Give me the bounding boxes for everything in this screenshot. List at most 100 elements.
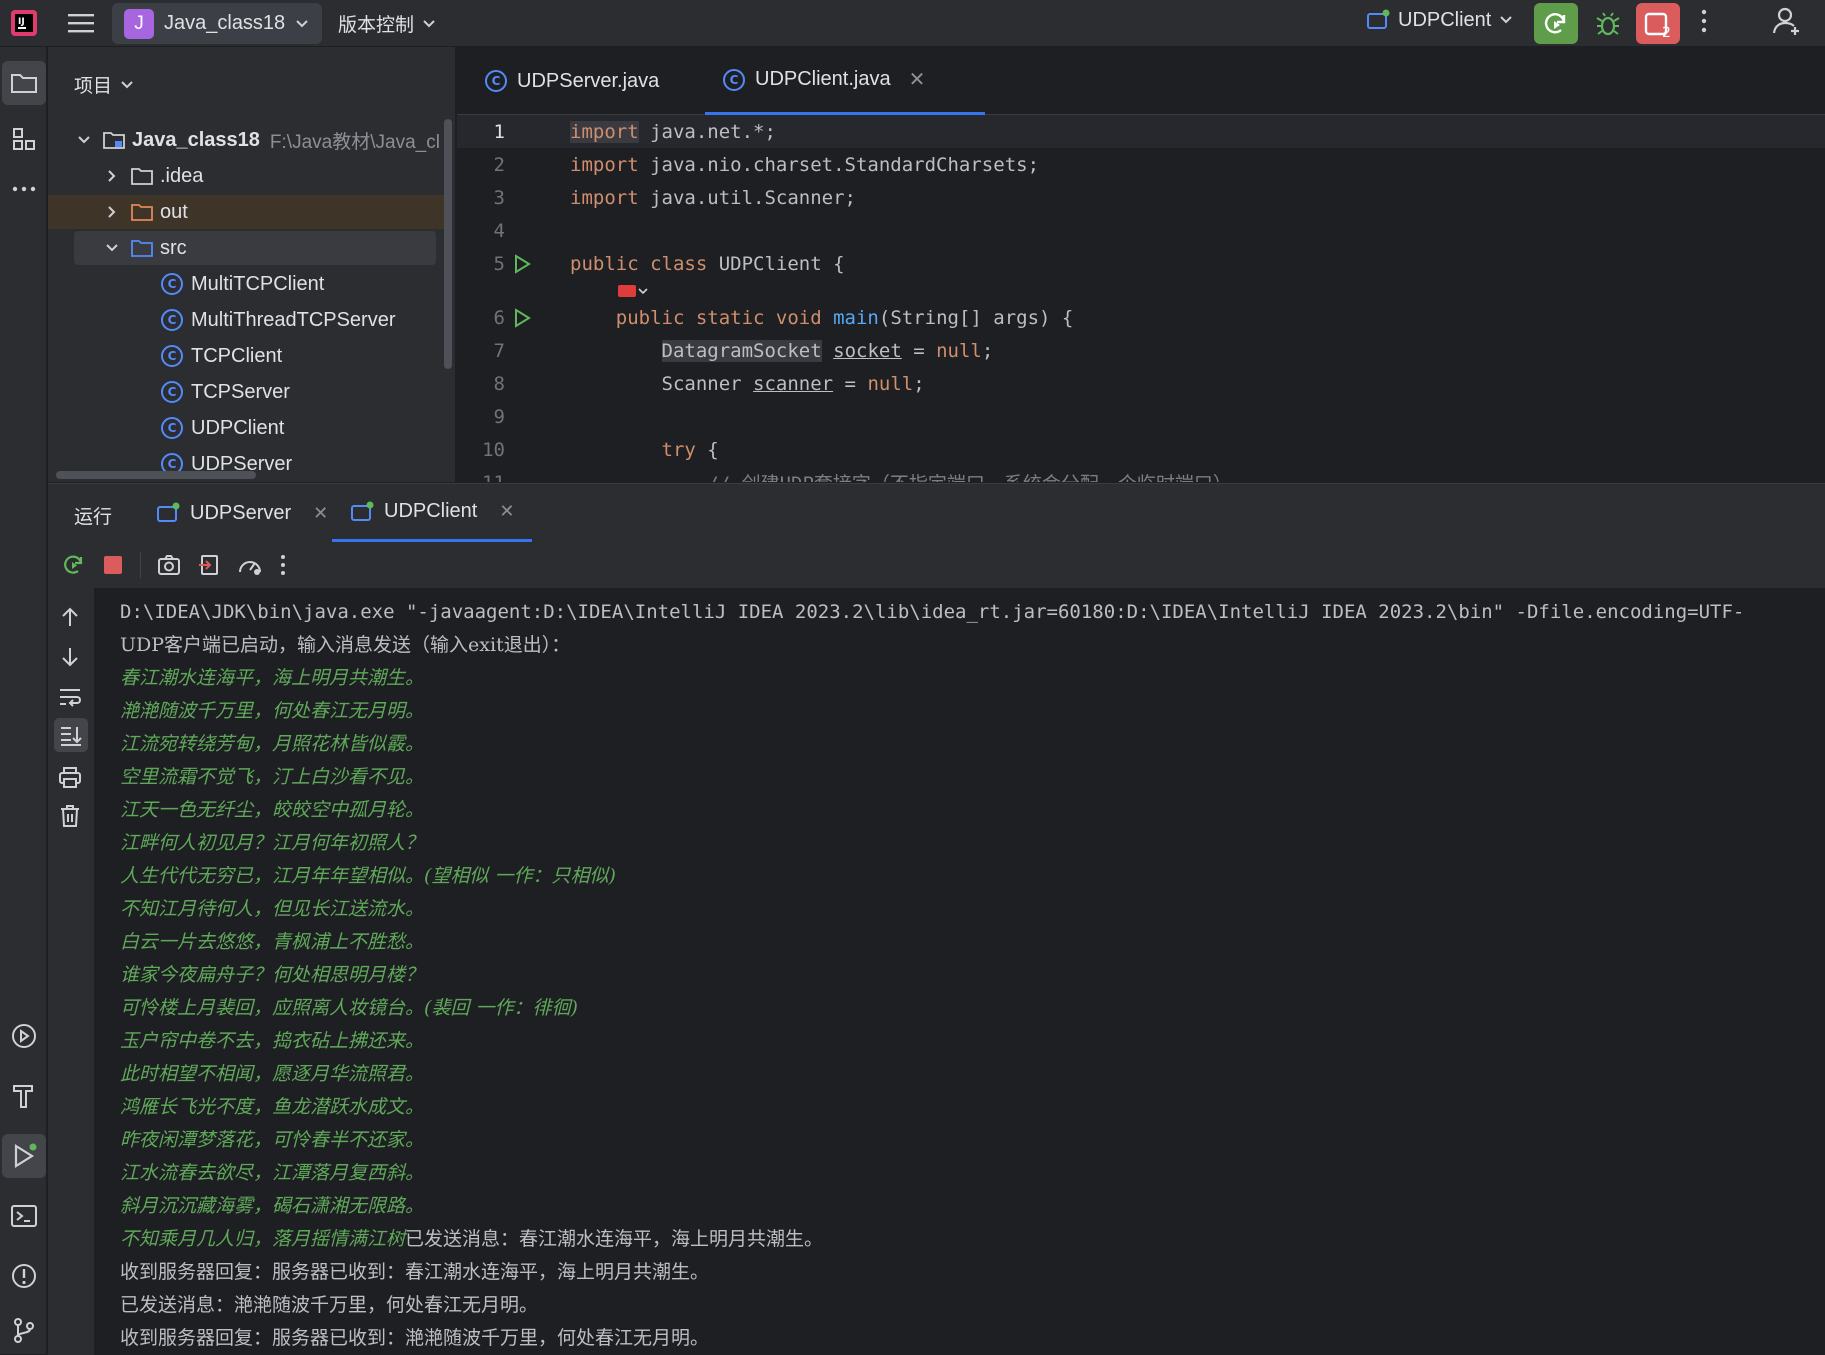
console-input-line: 江天一色无纤尘，皎皎空中孤月轮。 xyxy=(120,799,425,821)
console-input-line: 空里流霜不觉飞，汀上白沙看不见。 xyxy=(120,766,425,788)
run-gutter-icon[interactable] xyxy=(512,253,532,274)
stop-count-badge: 2 xyxy=(1662,25,1671,39)
java-class-icon: C xyxy=(485,70,507,92)
main-menu-icon[interactable] xyxy=(68,12,94,34)
more-tools-icon[interactable] xyxy=(2,167,46,211)
code-line: 10 try { xyxy=(457,433,1825,466)
run-tab-udpserver[interactable]: UDPServer ✕ xyxy=(156,484,328,542)
source-folder-icon xyxy=(130,238,154,258)
console-side-toolbar xyxy=(48,588,94,1355)
run-tab-label: UDPServer xyxy=(190,501,292,524)
ai-hint-icon[interactable] xyxy=(617,283,649,299)
chevron-right-icon[interactable] xyxy=(102,169,122,183)
add-user-icon[interactable] xyxy=(1772,6,1802,36)
tree-file[interactable]: C MultiThreadTCPServer xyxy=(161,303,396,337)
run-tab-udpclient[interactable]: UDPClient ✕ xyxy=(332,484,533,542)
tree-folder-idea[interactable]: .idea xyxy=(102,159,203,193)
console-input-line: 昨夜闲潭梦落花，可怜春半不还家。 xyxy=(120,1129,425,1151)
vertical-scrollbar[interactable] xyxy=(444,119,452,369)
stop-icon[interactable] xyxy=(102,554,124,576)
console-line: 收到服务器回复：服务器已收到：春江潮水连海平，海上明月共潮生。 xyxy=(120,1261,710,1283)
build-hammer-icon[interactable] xyxy=(2,1074,46,1118)
tab-udpserver-java[interactable]: C UDPServer.java xyxy=(467,47,677,115)
keyword: import xyxy=(570,186,639,209)
console-input-line: 谁家今夜扁舟子？何处相思明月楼？ xyxy=(120,964,425,986)
file-name: MultiTCPClient xyxy=(191,272,325,295)
code-area[interactable]: 1 import java.net.*; 2 import java.nio.c… xyxy=(457,115,1825,482)
type-name: Scanner xyxy=(570,372,754,395)
code-line: 2 import java.nio.charset.StandardCharse… xyxy=(457,148,1825,181)
console-output[interactable]: D:\IDEA\JDK\bin\java.exe "-javaagent:D:\… xyxy=(120,596,1825,1355)
code-line: 7 DatagramSocket socket = null; xyxy=(457,334,1825,367)
variable: socket xyxy=(833,339,902,362)
camera-icon[interactable] xyxy=(157,554,181,576)
project-panel-header[interactable]: 项目 xyxy=(74,71,134,98)
console-input-line: 江流宛转绕芳甸，月照花林皆似霰。 xyxy=(120,733,425,755)
excluded-folder-icon xyxy=(130,202,154,222)
services-icon[interactable] xyxy=(2,1014,46,1058)
tree-file[interactable]: C TCPServer xyxy=(161,375,290,409)
application-config-icon xyxy=(350,500,374,524)
console-input-line: 春江潮水连海平，海上明月共潮生。 xyxy=(120,667,425,689)
project-panel: 项目 Java_class18 F:\Java教材\Java_cl .idea … xyxy=(48,47,456,482)
terminal-icon[interactable] xyxy=(2,1194,46,1238)
console-line: UDP客户端已启动，输入消息发送（输入exit退出）： xyxy=(120,634,571,656)
tree-file[interactable]: C TCPClient xyxy=(161,339,282,373)
rerun-button[interactable] xyxy=(1534,3,1578,44)
arrow-down-icon[interactable] xyxy=(59,646,81,668)
exit-icon[interactable] xyxy=(197,553,221,577)
code-line: 8 Scanner scanner = null; xyxy=(457,367,1825,400)
tab-label: UDPClient.java xyxy=(755,68,891,90)
run-tool-window: 运行 UDPServer ✕ UDPClient ✕ D:\IDEA\JDK\b… xyxy=(48,483,1825,1355)
line-number: 3 xyxy=(493,186,505,209)
trash-icon[interactable] xyxy=(59,804,81,828)
code-line: 3 import java.util.Scanner; xyxy=(457,181,1825,214)
rerun-icon[interactable] xyxy=(62,553,86,577)
line-number: 11 xyxy=(457,472,505,483)
scroll-to-end-icon[interactable] xyxy=(54,718,88,752)
java-class-icon: C xyxy=(723,68,745,91)
soft-wrap-icon[interactable] xyxy=(58,686,82,708)
profiler-gauge-icon[interactable] xyxy=(237,553,263,577)
tree-folder-out[interactable]: out xyxy=(48,195,452,229)
stop-button[interactable]: 2 xyxy=(1636,3,1680,44)
structure-icon[interactable] xyxy=(2,117,46,161)
debug-bug-icon[interactable] xyxy=(1590,6,1626,42)
close-icon[interactable]: ✕ xyxy=(499,501,514,522)
vcs-menu[interactable]: 版本控制 xyxy=(338,10,436,37)
arrow-up-icon[interactable] xyxy=(59,606,81,628)
code-text: { xyxy=(695,438,719,461)
tree-root[interactable]: Java_class18 F:\Java教材\Java_cl xyxy=(74,123,440,157)
project-folder-icon[interactable] xyxy=(2,61,46,105)
file-name: TCPClient xyxy=(191,344,283,367)
problems-icon[interactable] xyxy=(2,1254,46,1298)
tree-file[interactable]: C UDPClient xyxy=(161,411,284,445)
code-line: 1 import java.net.*; xyxy=(457,115,1825,148)
code-text: = xyxy=(901,339,937,362)
chevron-down-icon[interactable] xyxy=(102,243,122,253)
close-icon[interactable]: ✕ xyxy=(909,67,926,92)
run-configuration-selector[interactable]: UDPClient xyxy=(1366,8,1513,32)
horizontal-scrollbar[interactable] xyxy=(56,471,256,479)
run-gutter-icon[interactable] xyxy=(512,307,532,328)
intellij-logo-icon[interactable]: IJ xyxy=(10,9,38,37)
tree-file[interactable]: C MultiTCPClient xyxy=(161,267,324,301)
more-actions-icon[interactable] xyxy=(279,554,287,576)
project-badge: J xyxy=(124,8,154,39)
run-config-name: UDPClient xyxy=(1398,8,1492,31)
console-mixed-line: 不知乘月几人归，落月摇情满江树已发送消息：春江潮水连海平，海上明月共潮生。 xyxy=(120,1223,823,1256)
chevron-down-icon[interactable] xyxy=(74,135,94,145)
chevron-down-icon xyxy=(295,19,309,29)
print-icon[interactable] xyxy=(58,766,82,788)
chevron-down-icon xyxy=(1499,15,1513,25)
project-selector[interactable]: J Java_class18 xyxy=(112,3,322,44)
java-class-icon: C xyxy=(161,381,183,403)
run-tool-icon[interactable] xyxy=(2,1134,46,1178)
chevron-right-icon[interactable] xyxy=(102,205,122,219)
code-text: UDPClient { xyxy=(707,252,845,275)
more-actions-icon[interactable] xyxy=(1700,8,1708,34)
close-icon[interactable]: ✕ xyxy=(313,503,328,524)
tree-folder-src[interactable]: src xyxy=(74,231,436,265)
git-branch-icon[interactable] xyxy=(2,1308,46,1352)
tab-udpclient-java[interactable]: C UDPClient.java ✕ xyxy=(705,47,985,115)
